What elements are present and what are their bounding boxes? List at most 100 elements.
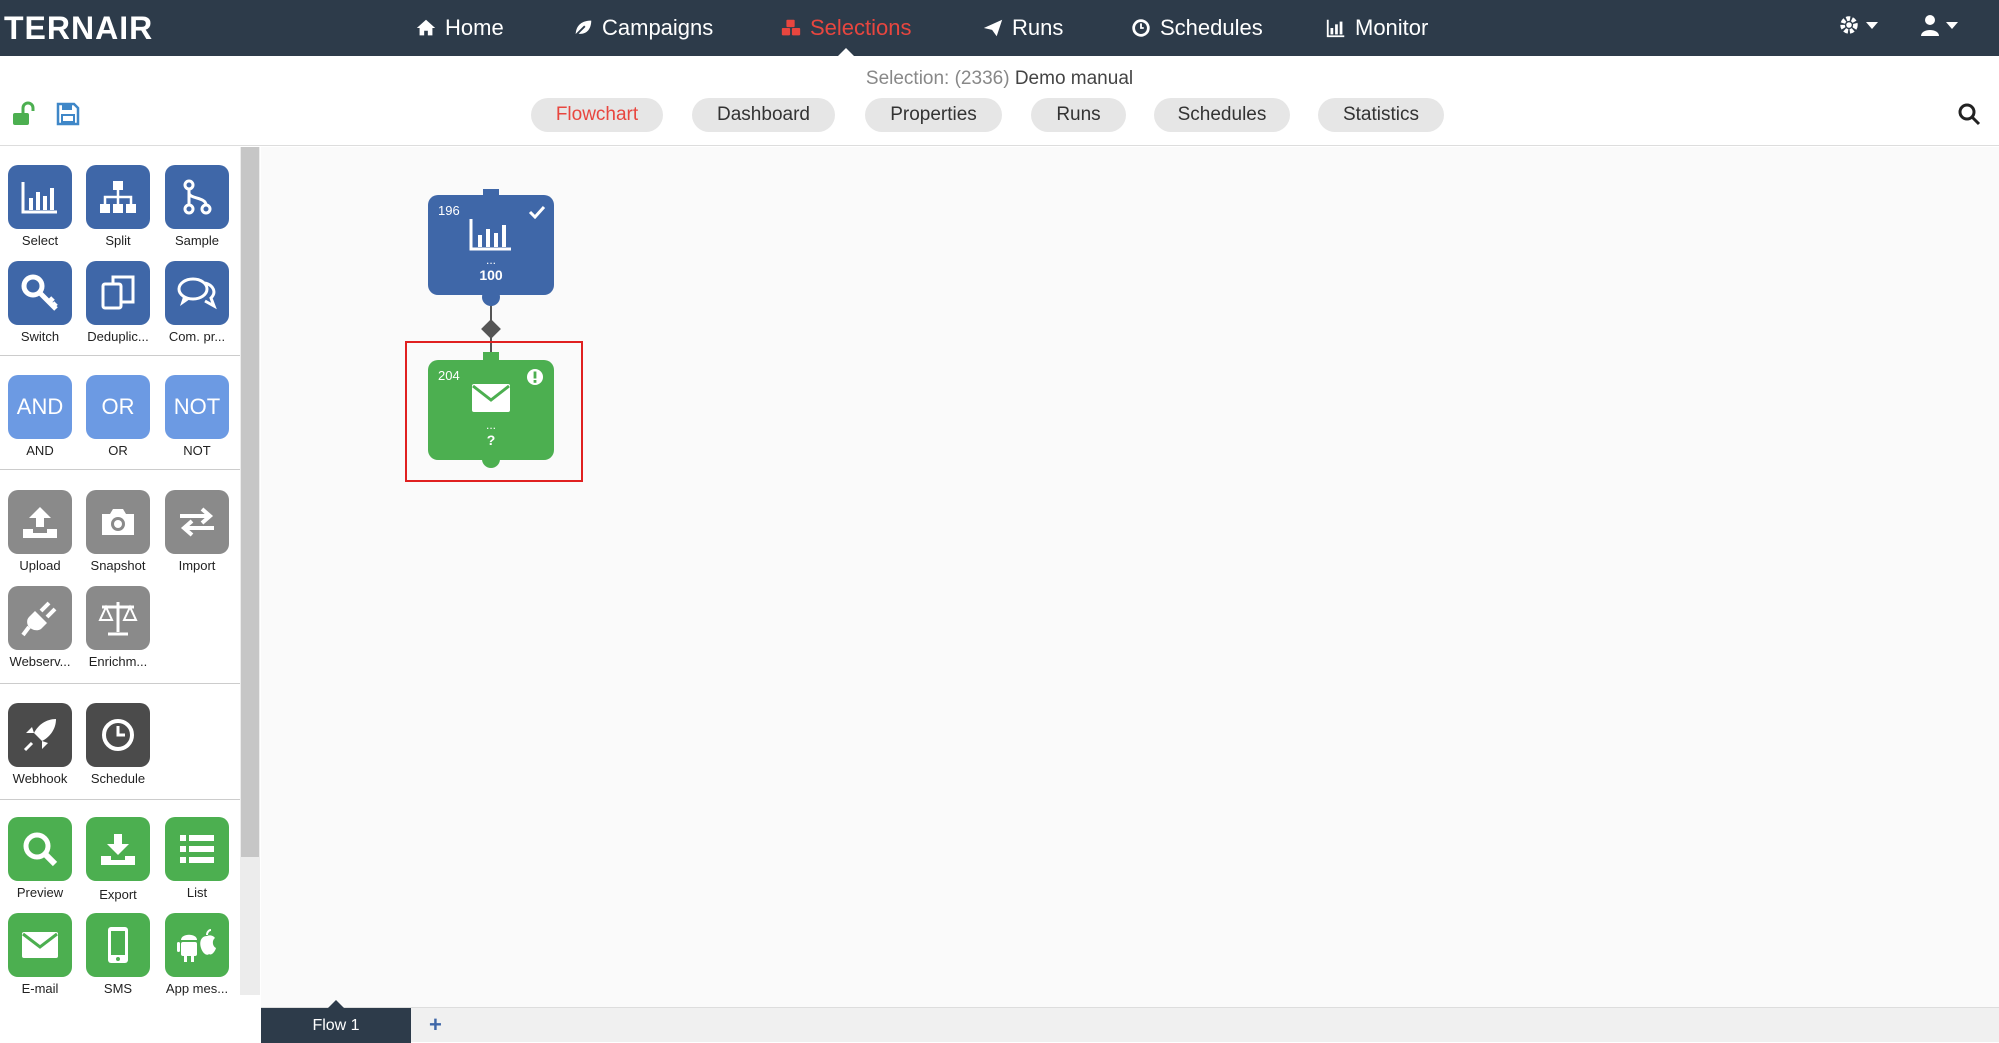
nav-schedules-label: Schedules [1160,15,1263,40]
tool-select[interactable]: Select [0,165,80,248]
save-icon[interactable] [54,100,82,128]
tool-preview[interactable]: Preview [0,817,80,900]
upload-icon [23,507,57,538]
tool-split[interactable]: Split [78,165,158,248]
code-fork-icon [183,179,212,215]
ternair-logo[interactable]: TERNAIR [4,10,153,47]
mobile-phone-icon [108,927,128,963]
divider [0,469,240,470]
tool-com-profile[interactable]: Com. pr... [157,261,237,344]
nav-monitor-label: Monitor [1355,15,1429,40]
tool-schedule-label: Schedule [90,771,146,786]
balance-scale-icon [98,602,138,636]
selection-header: Selection: (2336) Demo manual Flowchart … [0,56,1999,146]
nav-home[interactable]: Home [415,0,504,56]
tool-webhook[interactable]: Webhook [0,703,80,786]
tool-sample-label: Sample [174,233,220,248]
flowchart-canvas[interactable]: 196 ... 100 204 ... ? [261,147,1999,1007]
tool-select-label: Select [21,233,59,248]
top-navbar: TERNAIR Home Campaigns Selections Runs S… [0,0,1999,56]
tool-not[interactable]: NOT NOT [157,375,237,458]
tool-webservice[interactable]: Webserv... [0,586,80,669]
not-icon: NOT [165,375,229,439]
settings-menu[interactable] [1838,14,1878,36]
flow-node-select[interactable]: 196 ... 100 [428,195,554,295]
tool-email[interactable]: E-mail [0,913,80,996]
tab-flow-1[interactable]: Flow 1 [261,1000,411,1043]
unlock-icon[interactable] [10,100,38,128]
tab-flowchart[interactable]: Flowchart [531,98,663,132]
tool-webservice-label: Webserv... [9,654,71,669]
bar-chart-icon [1326,19,1345,38]
tool-deduplicate-label: Deduplic... [87,329,149,344]
search-icon[interactable] [1957,102,1981,126]
tool-com-profile-label: Com. pr... [168,329,226,344]
tool-or[interactable]: OR OR [78,375,158,458]
chevron-down-icon [1866,21,1878,29]
paper-plane-icon [983,19,1003,37]
tool-and-label: AND [26,443,54,458]
sidebar-scrollbar-thumb[interactable] [241,147,259,857]
sitemap-icon [100,181,136,213]
tool-list[interactable]: List [157,817,237,900]
tool-import[interactable]: Import [157,490,237,573]
tab-runs[interactable]: Runs [1031,98,1126,132]
search-icon [23,832,58,867]
user-menu[interactable] [1920,14,1958,36]
tool-snapshot-label: Snapshot [90,558,146,573]
cubes-icon [781,19,801,36]
tool-switch-label: Switch [20,329,60,344]
tool-app-message[interactable]: App mes... [157,913,237,996]
tool-export[interactable]: Export [78,817,158,902]
flow-tabs-bar: Flow 1 + [261,1000,1999,1043]
selection-name: Demo manual [1014,68,1134,89]
page-title: Selection: (2336) Demo manual [0,68,1999,90]
tab-dashboard[interactable]: Dashboard [692,98,835,132]
bar-chart-icon [21,182,57,214]
list-icon [180,835,214,863]
download-icon [101,834,135,865]
nav-selections[interactable]: Selections [780,0,912,56]
tool-or-label: OR [108,443,128,458]
chevron-down-icon [1946,21,1958,29]
tool-webhook-label: Webhook [12,771,68,786]
tool-upload[interactable]: Upload [0,490,80,573]
tool-enrichment-label: Enrichm... [88,654,148,669]
tool-preview-label: Preview [16,885,64,900]
tool-sms[interactable]: SMS [78,913,158,996]
tab-statistics[interactable]: Statistics [1318,98,1444,132]
node-count: 100 [479,267,503,283]
gear-icon [1840,16,1858,34]
tab-properties[interactable]: Properties [865,98,1002,132]
tool-app-message-label: App mes... [165,981,229,996]
rocket-icon [23,719,56,752]
tool-export-label: Export [99,887,137,902]
nav-schedules[interactable]: Schedules [1130,0,1263,56]
tool-sample[interactable]: Sample [157,165,237,248]
nav-monitor[interactable]: Monitor [1325,0,1428,56]
node-name: ... [485,253,496,267]
nav-selections-label: Selections [810,15,912,40]
camera-icon [102,509,134,535]
nav-runs[interactable]: Runs [982,0,1063,56]
android-apple-icon [177,929,216,962]
tool-switch[interactable]: Switch [0,261,80,344]
divider [0,355,240,356]
comments-icon [177,277,217,310]
tab-schedules[interactable]: Schedules [1154,98,1290,132]
tool-and[interactable]: AND AND [0,375,80,458]
tool-import-label: Import [178,558,216,573]
plug-icon [21,601,57,637]
tool-snapshot[interactable]: Snapshot [78,490,158,573]
clock-icon [1132,19,1150,37]
tool-split-label: Split [105,233,131,248]
tool-schedule[interactable]: Schedule [78,703,158,786]
tool-deduplicate[interactable]: Deduplic... [78,261,158,344]
add-flow-button[interactable]: + [429,1012,442,1038]
selection-id: Selection: (2336) [865,68,1010,89]
and-icon: AND [8,375,72,439]
copy-icon [101,275,135,310]
leaf-icon [575,20,592,36]
tool-enrichment[interactable]: Enrichm... [78,586,158,669]
nav-campaigns[interactable]: Campaigns [572,0,713,56]
